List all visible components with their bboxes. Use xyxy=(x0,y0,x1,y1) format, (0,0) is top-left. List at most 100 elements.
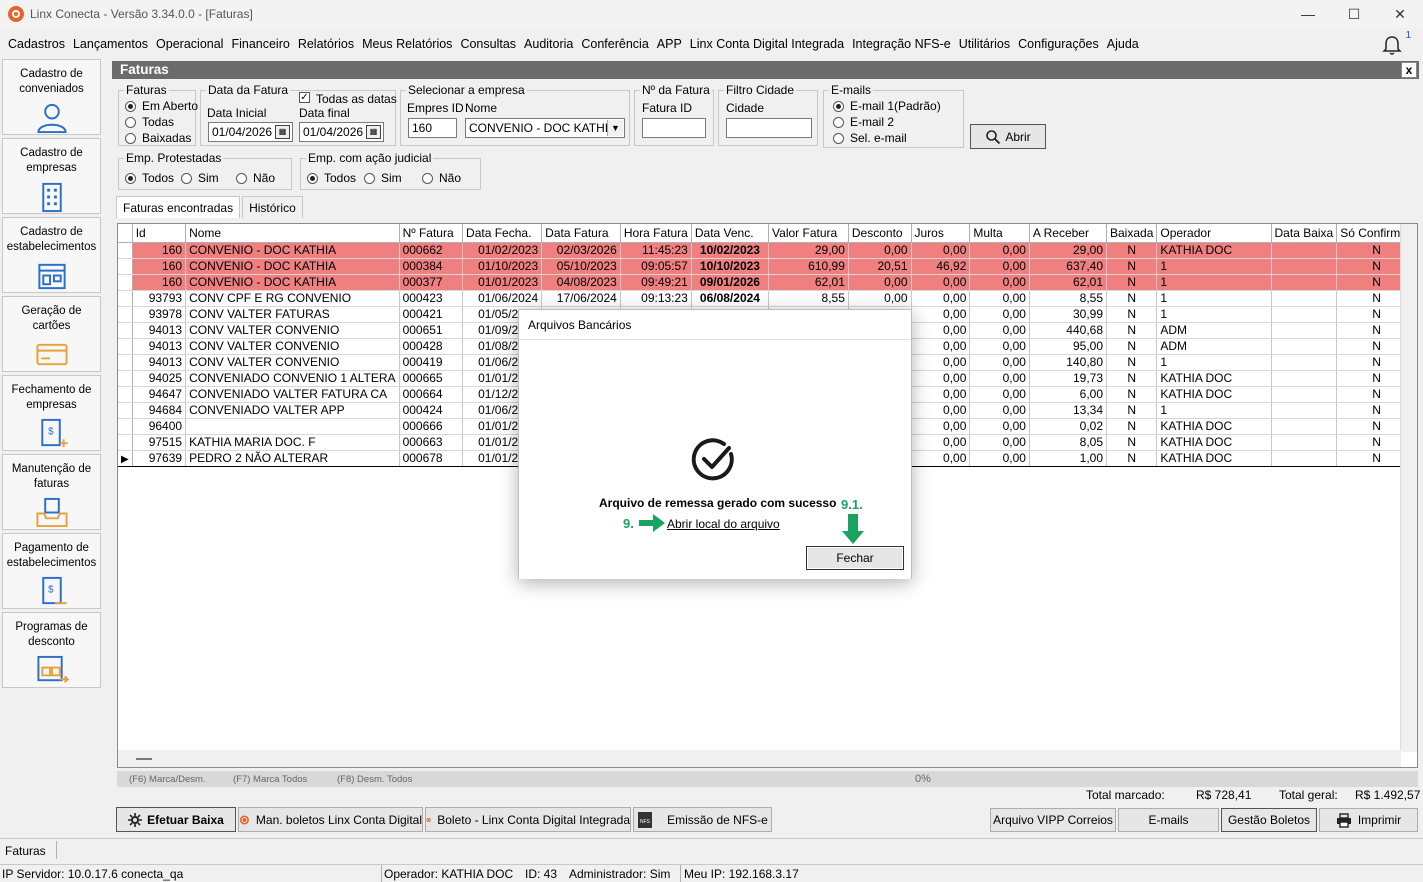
empresa-nome-select[interactable]: CONVENIO - DOC KATHIA ▼ xyxy=(465,118,625,138)
cell-a-receber[interactable]: 30,99 xyxy=(1029,306,1108,323)
boleto-button[interactable]: Boleto - Linx Conta Digital Integrada xyxy=(425,807,631,832)
cell-hora-fatura[interactable]: 09:49:21 xyxy=(620,274,692,291)
cell-operador[interactable]: KATHIA DOC xyxy=(1156,418,1272,435)
cell-hora-fatura[interactable]: 11:45:23 xyxy=(620,242,692,259)
radio-sel-email[interactable]: Sel. e-mail xyxy=(833,131,907,145)
cell-a-receber[interactable]: 1,00 xyxy=(1029,449,1108,467)
abrir-button[interactable]: Abrir xyxy=(970,124,1046,149)
cell-id[interactable]: 94684 xyxy=(132,402,187,419)
cell-numero[interactable]: 000384 xyxy=(399,258,464,275)
column-header-data-fecha[interactable]: Data Fecha. xyxy=(462,224,543,243)
cell-juros[interactable]: 0,00 xyxy=(911,434,971,451)
menu-utilitarios[interactable]: Utilitários xyxy=(955,37,1014,51)
cell-nome[interactable]: CONVENIO - DOC KATHIA xyxy=(185,242,400,259)
column-header-id[interactable]: Id xyxy=(132,224,187,243)
cell-juros[interactable]: 0,00 xyxy=(911,322,971,339)
menu-operacional[interactable]: Operacional xyxy=(152,37,227,51)
row-indicator[interactable] xyxy=(118,290,133,307)
menu-auditoria[interactable]: Auditoria xyxy=(520,37,577,51)
table-row[interactable]: 160 CONVENIO - DOC KATHIA 000384 01/10/2023… xyxy=(118,258,1417,275)
cell-multa[interactable]: 0,00 xyxy=(969,274,1030,291)
cell-nome[interactable]: CONVENIADO CONVENIO 1 ALTERA xyxy=(185,370,400,387)
cell-a-receber[interactable]: 13,34 xyxy=(1029,402,1108,419)
efetuar-baixa-button[interactable]: Efetuar Baixa xyxy=(116,807,236,832)
menu-integracao-nfse[interactable]: Integração NFS-e xyxy=(848,37,955,51)
radio-email-2[interactable]: E-mail 2 xyxy=(833,115,894,129)
sidebar-item-cartoes[interactable]: Geração de cartões xyxy=(2,296,101,372)
cell-operador[interactable]: 1 xyxy=(1156,306,1272,323)
arquivo-vipp-button[interactable]: Arquivo VIPP Correios xyxy=(990,808,1116,832)
cell-valor[interactable]: 8,55 xyxy=(768,290,849,307)
cell-desconto[interactable]: 0,00 xyxy=(848,290,912,307)
cell-data-baixa[interactable] xyxy=(1271,386,1338,403)
cell-data-baixa[interactable] xyxy=(1271,370,1338,387)
sidebar-item-fechamento[interactable]: Fechamento de empresas $ xyxy=(2,375,101,451)
data-inicial-input[interactable]: 01/04/2026 ▦ xyxy=(208,122,293,142)
table-row[interactable]: 160 CONVENIO - DOC KATHIA 000662 01/02/2023… xyxy=(118,242,1417,259)
cell-nome[interactable] xyxy=(185,418,400,435)
radio-protestadas-sim[interactable]: Sim xyxy=(181,171,219,185)
cell-id[interactable]: 160 xyxy=(132,258,187,275)
cell-multa[interactable]: 0,00 xyxy=(969,354,1030,371)
cell-operador[interactable]: 1 xyxy=(1156,274,1272,291)
menu-configuracoes[interactable]: Configurações xyxy=(1014,37,1103,51)
cell-nome[interactable]: PEDRO 2 NÃO ALTERAR xyxy=(185,449,400,467)
cell-operador[interactable]: 1 xyxy=(1156,402,1272,419)
row-indicator[interactable] xyxy=(118,274,133,291)
cell-data-fecha[interactable]: 01/02/2023 xyxy=(462,242,543,259)
cell-operador[interactable]: 1 xyxy=(1156,354,1272,371)
cell-juros[interactable]: 0,00 xyxy=(911,418,971,435)
cell-id[interactable]: 160 xyxy=(132,242,187,259)
cell-data-baixa[interactable] xyxy=(1271,402,1338,419)
cell-multa[interactable]: 0,00 xyxy=(969,306,1030,323)
cell-operador[interactable]: 1 xyxy=(1156,290,1272,307)
cell-valor[interactable]: 62,01 xyxy=(768,274,849,291)
cell-data-fecha[interactable]: 01/01/2023 xyxy=(462,274,543,291)
column-header-data-fatura[interactable]: Data Fatura xyxy=(541,224,621,243)
cell-baixada[interactable]: N xyxy=(1106,242,1158,259)
cell-nome[interactable]: CONVENIADO VALTER APP xyxy=(185,402,400,419)
cell-numero[interactable]: 000678 xyxy=(399,449,464,467)
sidebar-item-manutencao[interactable]: Manutenção de faturas xyxy=(2,454,101,530)
cell-data-baixa[interactable] xyxy=(1271,338,1338,355)
cell-nome[interactable]: CONVENIO - DOC KATHIA xyxy=(185,274,400,291)
cell-nome[interactable]: CONV VALTER FATURAS xyxy=(185,306,400,323)
radio-baixadas[interactable]: Baixadas xyxy=(125,131,191,145)
cell-juros[interactable]: 0,00 xyxy=(911,242,971,259)
cell-numero[interactable]: 000421 xyxy=(399,306,464,323)
cell-numero[interactable]: 000651 xyxy=(399,322,464,339)
column-header-data-venc[interactable]: Data Venc. xyxy=(691,224,770,243)
row-indicator[interactable] xyxy=(118,258,133,275)
cell-data-fatura[interactable]: 05/10/2023 xyxy=(541,258,621,275)
table-row[interactable]: 160 CONVENIO - DOC KATHIA 000377 01/01/2023… xyxy=(118,274,1417,291)
cell-operador[interactable]: KATHIA DOC xyxy=(1156,242,1272,259)
cidade-input[interactable] xyxy=(726,118,812,138)
cell-a-receber[interactable]: 8,55 xyxy=(1029,290,1108,307)
cell-numero[interactable]: 000665 xyxy=(399,370,464,387)
calendar-icon[interactable]: ▦ xyxy=(275,125,290,139)
cell-multa[interactable]: 0,00 xyxy=(969,242,1030,259)
abrir-local-arquivo-link[interactable]: Abrir local do arquivo xyxy=(667,517,780,531)
cell-data-baixa[interactable] xyxy=(1271,258,1338,275)
cell-data-fatura[interactable]: 02/03/2026 xyxy=(541,242,621,259)
cell-data-fecha[interactable]: 01/10/2023 xyxy=(462,258,543,275)
cell-valor[interactable]: 29,00 xyxy=(768,242,849,259)
menu-ajuda[interactable]: Ajuda xyxy=(1103,37,1143,51)
data-final-input[interactable]: 01/04/2026 ▦ xyxy=(299,122,384,142)
table-row[interactable]: 93793 CONV CPF E RG CONVENIO 000423 01/06/2… xyxy=(118,290,1417,307)
row-indicator[interactable] xyxy=(118,370,133,387)
fatura-id-input[interactable] xyxy=(642,118,706,138)
cell-operador[interactable]: KATHIA DOC xyxy=(1156,370,1272,387)
cell-operador[interactable]: KATHIA DOC xyxy=(1156,386,1272,403)
cell-numero[interactable]: 000428 xyxy=(399,338,464,355)
cell-multa[interactable]: 0,00 xyxy=(969,322,1030,339)
cell-multa[interactable]: 0,00 xyxy=(969,402,1030,419)
column-header-hora-fatura[interactable]: Hora Fatura xyxy=(620,224,692,243)
cell-numero[interactable]: 000664 xyxy=(399,386,464,403)
row-indicator[interactable] xyxy=(118,434,133,451)
cell-baixada[interactable]: N xyxy=(1106,354,1158,371)
row-indicator[interactable] xyxy=(118,418,133,435)
cell-multa[interactable]: 0,00 xyxy=(969,338,1030,355)
cell-data-baixa[interactable] xyxy=(1271,274,1338,291)
cell-numero[interactable]: 000662 xyxy=(399,242,464,259)
